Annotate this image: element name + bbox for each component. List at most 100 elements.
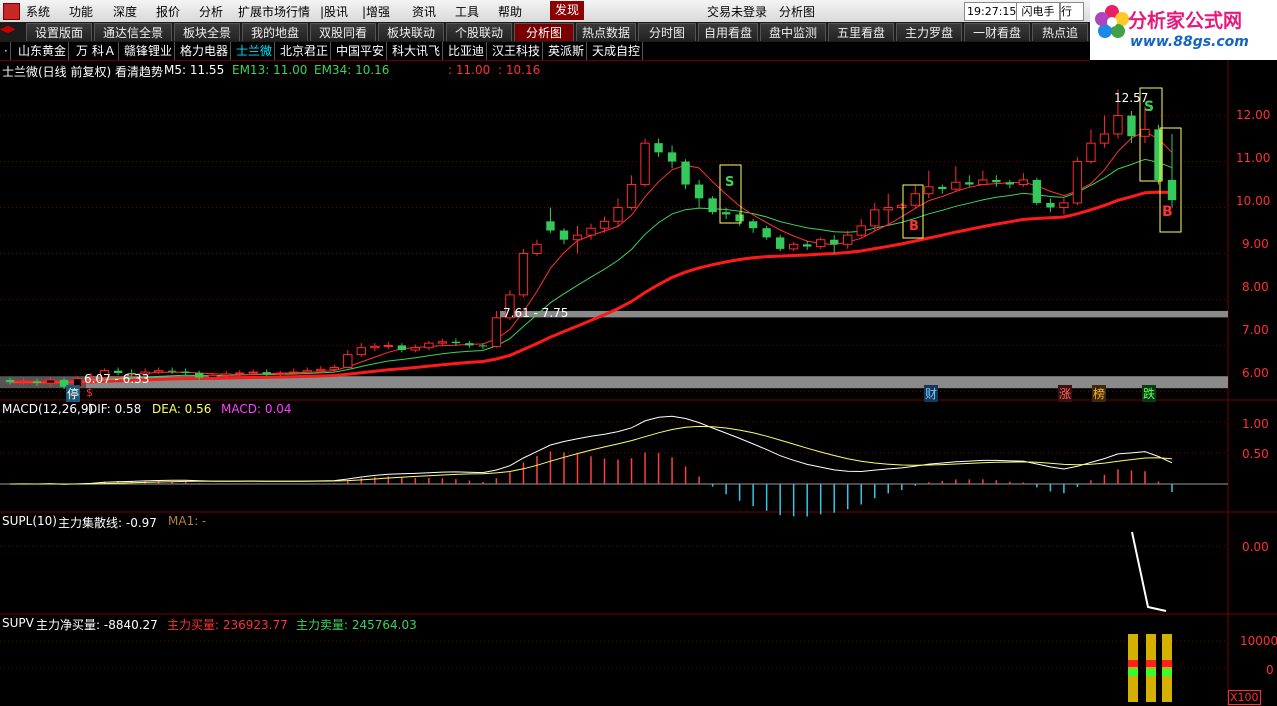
candle-body	[667, 152, 677, 162]
y-tick: 0.50	[1242, 447, 1269, 461]
y-tick: 8.00	[1242, 280, 1269, 294]
tab-yicai-watch[interactable]: 一财看盘	[964, 23, 1030, 41]
menu-stock-news[interactable]: |股讯	[320, 3, 348, 20]
macd-value: MACD: 0.04	[221, 402, 292, 416]
stock-item[interactable]: 英派斯	[546, 42, 588, 60]
stock-item[interactable]: 天成自控	[590, 42, 644, 60]
event-fall[interactable]: 跌	[1142, 385, 1157, 402]
y-tick: 11.00	[1236, 151, 1271, 165]
tab-layout-settings[interactable]: 设置版面	[26, 23, 92, 41]
candle-body	[532, 243, 542, 254]
candle-body	[708, 198, 717, 213]
stock-item[interactable]: 山东黄金	[16, 42, 70, 60]
supv-sell-mark	[1128, 669, 1138, 676]
candle-body	[694, 184, 704, 199]
tab-tdx-panorama[interactable]: 通达信全景	[94, 23, 172, 41]
candle-body	[1127, 115, 1136, 137]
tab-scroll-arrows-icon[interactable]: ◀▶	[0, 24, 24, 40]
event-finance[interactable]: 财	[924, 385, 939, 402]
menu-bar: 系统 功能 深度 报价 分析 扩展市场行情 |股讯 |增强 资讯 工具 帮助 发…	[0, 0, 1277, 35]
stock-item-active[interactable]: 士兰微	[234, 42, 276, 60]
supv-net: 主力净买量: -8840.27	[36, 618, 158, 632]
candle-body	[938, 186, 947, 190]
tab-main-compass[interactable]: 主力罗盘	[896, 23, 962, 41]
supv-buy: 主力买量: 236923.77	[167, 618, 288, 632]
stock-item[interactable]: 赣锋锂业	[122, 42, 176, 60]
tab-stock-linkage[interactable]: 个股联动	[446, 23, 512, 41]
flash-trade-button[interactable]: 闪电手	[1016, 2, 1060, 21]
candle-body	[883, 207, 893, 211]
main-panel-title: 士兰微(日线 前复权) 看清趋势	[2, 65, 163, 79]
supl-line: 主力集散线: -0.97	[58, 516, 157, 530]
stock-item[interactable]: 汉王科技	[490, 42, 544, 60]
stock-item-dot[interactable]: ·	[2, 42, 11, 60]
trade-button[interactable]: 行	[1060, 2, 1084, 21]
stock-item[interactable]: 中国平安	[334, 42, 388, 60]
app-logo-icon[interactable]	[3, 3, 20, 20]
menu-tools[interactable]: 工具	[455, 3, 479, 20]
supv-bar	[1162, 634, 1172, 702]
menu-analysis[interactable]: 分析	[199, 3, 223, 20]
macd-title: MACD(12,26,9)	[2, 402, 94, 416]
y-tick: 12.00	[1236, 108, 1271, 122]
login-status[interactable]: 交易未登录	[707, 3, 767, 20]
stock-item[interactable]: 北京君正	[278, 42, 332, 60]
sell-signal-marker: S	[725, 175, 735, 190]
candle-body	[221, 373, 231, 376]
menu-system[interactable]: 系统	[26, 3, 50, 20]
tab-hot-tracking[interactable]: 热点追	[1032, 23, 1088, 41]
candle-body	[235, 372, 245, 375]
candle-body	[965, 182, 974, 185]
tab-sector-panorama[interactable]: 板块全景	[174, 23, 240, 41]
menu-function[interactable]: 功能	[69, 3, 93, 20]
tab-analysis-chart[interactable]: 分析图	[514, 23, 574, 41]
stock-item[interactable]: 比亚迪	[446, 42, 488, 60]
menu-enhanced[interactable]: |增强	[362, 3, 390, 20]
menu-help[interactable]: 帮助	[498, 3, 522, 20]
tab-wuli-watch[interactable]: 五里看盘	[828, 23, 894, 41]
candle-body	[1167, 179, 1177, 201]
clock-display: 19:27:15 周一	[964, 2, 1018, 35]
buy-signal-marker: B	[909, 219, 919, 234]
menu-depth[interactable]: 深度	[113, 3, 137, 20]
menu-quote[interactable]: 报价	[156, 3, 180, 20]
candle-body	[992, 179, 1001, 183]
candle-body	[1072, 161, 1083, 204]
macd-dif: DIF: 0.58	[88, 402, 142, 416]
candle-body	[1032, 179, 1042, 203]
event-rank[interactable]: 榜	[1092, 385, 1107, 402]
tab-dual-stock[interactable]: 双股同看	[310, 23, 376, 41]
y-tick: 0.00	[1242, 540, 1269, 554]
tab-watchlist[interactable]: 自用看盘	[698, 23, 758, 41]
event-rise[interactable]: 涨	[1058, 385, 1073, 402]
chart-area[interactable]	[0, 60, 1277, 706]
candle-body	[153, 370, 164, 373]
menu-extended-market[interactable]: 扩展市场行情	[238, 3, 310, 20]
tab-intraday[interactable]: 分时图	[638, 23, 696, 41]
tab-sector-linkage[interactable]: 板块联动	[378, 23, 444, 41]
candle-body	[410, 347, 421, 351]
y-tick: 10.00	[1236, 194, 1271, 208]
stock-item[interactable]: 万 科Ａ	[74, 42, 119, 60]
banner-url[interactable]: www.88gs.com	[1130, 34, 1249, 50]
candle-body	[18, 380, 29, 383]
candle-body	[356, 347, 366, 356]
stock-item[interactable]: 科大讯飞	[390, 42, 444, 60]
event-suspend[interactable]: 停	[66, 385, 81, 402]
tab-intraday-monitor[interactable]: 盘中监测	[760, 23, 826, 41]
menu-discover[interactable]: 发现	[550, 1, 584, 20]
supl-title: SUPL(10)	[2, 514, 57, 528]
candle-body	[748, 221, 758, 229]
candle-body	[329, 366, 339, 370]
stock-item[interactable]: 格力电器	[178, 42, 232, 60]
candle-body	[275, 372, 285, 375]
ad-banner[interactable]: 分析家公式网 www.88gs.com	[1090, 0, 1277, 60]
y-tick: 10000	[1240, 634, 1277, 648]
candle-body	[1099, 133, 1110, 144]
candle-body	[32, 381, 42, 384]
event-small[interactable]: $	[86, 386, 93, 399]
tab-hot-data[interactable]: 热点数据	[576, 23, 636, 41]
tab-my-territory[interactable]: 我的地盘	[242, 23, 308, 41]
menu-info[interactable]: 资讯	[412, 3, 436, 20]
candle-body	[1154, 129, 1163, 180]
